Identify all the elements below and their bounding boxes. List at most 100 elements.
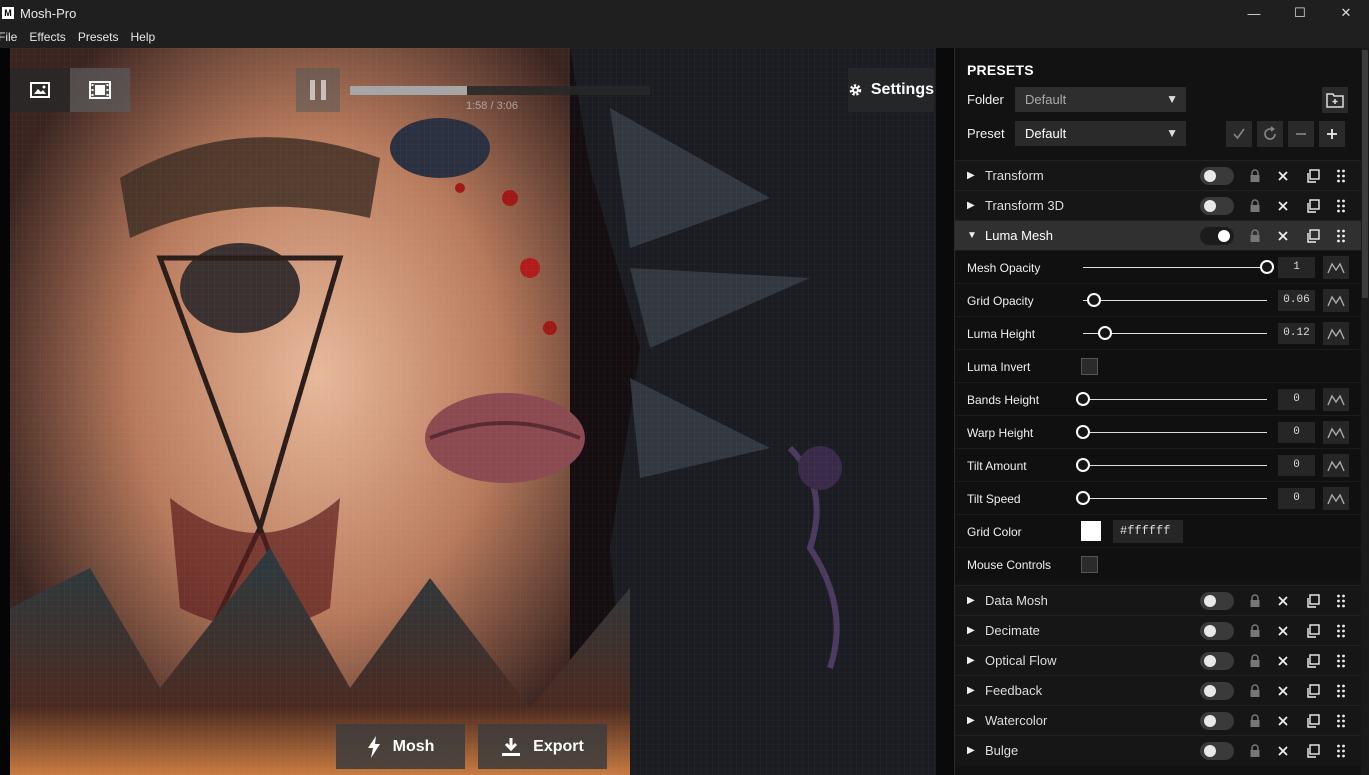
export-button[interactable]: Export <box>478 724 607 769</box>
duplicate-icon[interactable] <box>1305 653 1321 669</box>
warp-height-slider-track[interactable] <box>1083 432 1267 433</box>
effect-row[interactable]: ▶ Feedback <box>955 675 1362 705</box>
effect-enable-toggle[interactable] <box>1200 167 1234 185</box>
lock-icon[interactable] <box>1247 713 1263 729</box>
duplicate-icon[interactable] <box>1305 713 1321 729</box>
tilt-speed-slider-track[interactable] <box>1083 498 1267 499</box>
effect-row[interactable]: ▶ Decimate <box>955 615 1362 645</box>
drag-handle-icon[interactable] <box>1333 593 1349 609</box>
drag-handle-icon[interactable] <box>1333 683 1349 699</box>
tilt-amount-slider-knob[interactable] <box>1076 458 1090 472</box>
modulation-button[interactable] <box>1323 322 1349 345</box>
remove-preset-button[interactable] <box>1288 121 1314 147</box>
tilt-amount-value-input[interactable]: 0 <box>1278 455 1315 476</box>
effect-enable-toggle[interactable] <box>1200 592 1234 610</box>
close-window-button[interactable]: ✕ <box>1323 0 1369 26</box>
save-preset-button[interactable] <box>1226 121 1252 147</box>
add-preset-button[interactable] <box>1319 121 1345 147</box>
drag-handle-icon[interactable] <box>1333 168 1349 184</box>
remove-effect-icon[interactable] <box>1275 593 1291 609</box>
grid-opacity-slider-knob[interactable] <box>1087 293 1101 307</box>
lock-icon[interactable] <box>1247 653 1263 669</box>
remove-effect-icon[interactable] <box>1275 683 1291 699</box>
warp-height-slider-knob[interactable] <box>1076 425 1090 439</box>
luma-height-slider-knob[interactable] <box>1098 326 1112 340</box>
mesh-opacity-slider-knob[interactable] <box>1260 260 1274 274</box>
remove-effect-icon[interactable] <box>1275 623 1291 639</box>
effect-row[interactable]: ▶ Watercolor <box>955 705 1362 735</box>
modulation-button[interactable] <box>1323 487 1349 510</box>
scrollbar-thumb[interactable] <box>1362 50 1368 298</box>
mouse-controls-checkbox[interactable] <box>1081 556 1098 573</box>
lock-icon[interactable] <box>1247 743 1263 759</box>
expand-arrow-icon[interactable]: ▶ <box>967 685 975 696</box>
expand-arrow-icon[interactable]: ▶ <box>967 745 975 756</box>
effect-enable-toggle[interactable] <box>1200 742 1234 760</box>
drag-handle-icon[interactable] <box>1333 623 1349 639</box>
lock-icon[interactable] <box>1247 198 1263 214</box>
bands-height-value-input[interactable]: 0 <box>1278 389 1315 410</box>
remove-effect-icon[interactable] <box>1275 713 1291 729</box>
remove-effect-icon[interactable] <box>1275 653 1291 669</box>
lock-icon[interactable] <box>1247 228 1263 244</box>
pause-button[interactable] <box>296 68 340 112</box>
lock-icon[interactable] <box>1247 623 1263 639</box>
modulation-button[interactable] <box>1323 256 1349 279</box>
expand-arrow-icon[interactable]: ▶ <box>967 655 975 666</box>
grid-color-input[interactable]: #ffffff <box>1113 520 1183 543</box>
lock-icon[interactable] <box>1247 168 1263 184</box>
mesh-opacity-slider-track[interactable] <box>1083 267 1267 268</box>
remove-effect-icon[interactable] <box>1275 168 1291 184</box>
timeline-scrubber[interactable] <box>350 86 650 95</box>
modulation-button[interactable] <box>1323 454 1349 477</box>
menu-effects[interactable]: Effects <box>23 26 71 48</box>
expand-arrow-icon[interactable]: ▶ <box>967 170 975 181</box>
collapse-arrow-icon[interactable]: ▼ <box>967 230 977 241</box>
effect-row[interactable]: ▶ Data Mosh <box>955 585 1362 615</box>
luma-height-value-input[interactable]: 0.12 <box>1278 323 1315 344</box>
drag-handle-icon[interactable] <box>1333 653 1349 669</box>
grid-opacity-value-input[interactable]: 0.06 <box>1278 290 1315 311</box>
settings-button[interactable]: Settings <box>848 68 934 112</box>
duplicate-icon[interactable] <box>1305 198 1321 214</box>
video-mode-button[interactable] <box>70 68 130 112</box>
tilt-amount-slider-track[interactable] <box>1083 465 1267 466</box>
preview-canvas[interactable]: 1:58 / 3:06 Settings Mosh Export <box>0 48 954 775</box>
tilt-speed-slider-knob[interactable] <box>1076 491 1090 505</box>
preset-dropdown[interactable]: Default ▼ <box>1015 121 1186 146</box>
duplicate-icon[interactable] <box>1305 683 1321 699</box>
menu-file[interactable]: File <box>0 26 23 48</box>
effect-row[interactable]: ▶ Bulge <box>955 735 1362 765</box>
effect-row[interactable]: ▶ Transform <box>955 160 1362 190</box>
effect-enable-toggle[interactable] <box>1200 682 1234 700</box>
effect-row[interactable]: ▶ Optical Flow <box>955 645 1362 675</box>
effect-enable-toggle[interactable] <box>1200 712 1234 730</box>
maximize-button[interactable]: ☐ <box>1277 0 1323 26</box>
lock-icon[interactable] <box>1247 593 1263 609</box>
effect-enable-toggle[interactable] <box>1200 652 1234 670</box>
modulation-button[interactable] <box>1323 388 1349 411</box>
modulation-button[interactable] <box>1323 289 1349 312</box>
menu-presets[interactable]: Presets <box>72 26 125 48</box>
drag-handle-icon[interactable] <box>1333 743 1349 759</box>
bands-height-slider-knob[interactable] <box>1076 392 1090 406</box>
luma-invert-checkbox[interactable] <box>1081 358 1098 375</box>
effect-enable-toggle[interactable] <box>1200 622 1234 640</box>
duplicate-icon[interactable] <box>1305 743 1321 759</box>
minimize-button[interactable]: — <box>1231 0 1277 26</box>
remove-effect-icon[interactable] <box>1275 743 1291 759</box>
new-folder-button[interactable] <box>1322 87 1348 113</box>
expand-arrow-icon[interactable]: ▶ <box>967 200 975 211</box>
remove-effect-icon[interactable] <box>1275 228 1291 244</box>
grid-color-swatch[interactable] <box>1081 521 1101 541</box>
duplicate-icon[interactable] <box>1305 593 1321 609</box>
tilt-speed-value-input[interactable]: 0 <box>1278 488 1315 509</box>
image-mode-button[interactable] <box>10 68 70 112</box>
mesh-opacity-value-input[interactable]: 1 <box>1278 257 1315 278</box>
effect-row[interactable]: ▶ Transform 3D <box>955 190 1362 220</box>
panel-scrollbar[interactable] <box>1361 48 1369 775</box>
effect-row[interactable]: ▼ Luma Mesh <box>955 220 1362 250</box>
mosh-button[interactable]: Mosh <box>336 724 465 769</box>
expand-arrow-icon[interactable]: ▶ <box>967 625 975 636</box>
folder-dropdown[interactable]: Default ▼ <box>1015 87 1186 112</box>
